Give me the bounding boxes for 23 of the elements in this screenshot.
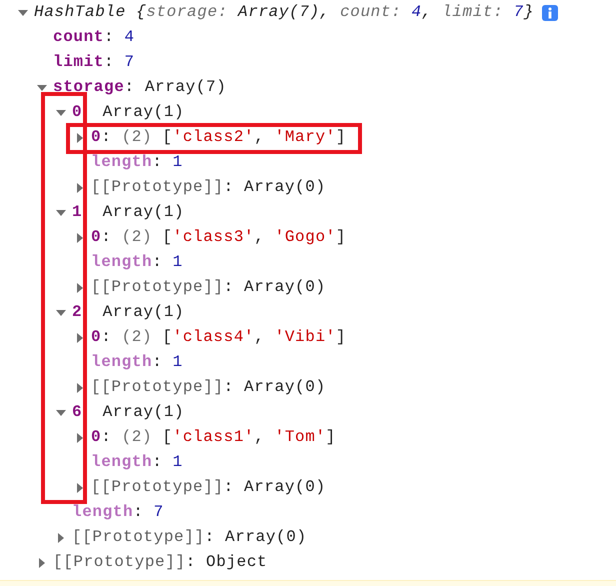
- object-summary: HashTable {storage: Array(7), count: 4, limit: 7}: [34, 4, 534, 21]
- property-line: 1 Array(1): [72, 204, 184, 221]
- property-line: 0: (2) ['class4', 'Vibi']: [91, 329, 346, 346]
- property-line: storage: Array(7): [53, 79, 226, 96]
- property-line: 0: (2) ['class2', 'Mary']: [91, 129, 346, 146]
- property-line: length: 1: [91, 454, 183, 471]
- property-line: 0 Array(1): [72, 104, 184, 121]
- property-line: limit: 7: [53, 54, 135, 71]
- property-line: [[Prototype]]: Array(0): [91, 379, 326, 396]
- property-line: [[Prototype]]: Array(0): [91, 479, 326, 496]
- property-line: [[Prototype]]: Array(0): [91, 279, 326, 296]
- property-line: length: 1: [91, 354, 183, 371]
- property-line: 2 Array(1): [72, 304, 184, 321]
- property-line: length: 1: [91, 154, 183, 171]
- property-line: 6 Array(1): [72, 404, 184, 421]
- property-line: [[Prototype]]: Object: [53, 554, 268, 571]
- property-line: [[Prototype]]: Array(0): [72, 529, 307, 546]
- property-line: [[Prototype]]: Array(0): [91, 179, 326, 196]
- property-line: 0: (2) ['class3', 'Gogo']: [91, 229, 346, 246]
- property-line: length: 1: [91, 254, 183, 271]
- property-line: count: 4: [53, 29, 135, 46]
- property-line: length: 7: [72, 504, 164, 521]
- property-line: 0: (2) ['class1', 'Tom']: [91, 429, 336, 446]
